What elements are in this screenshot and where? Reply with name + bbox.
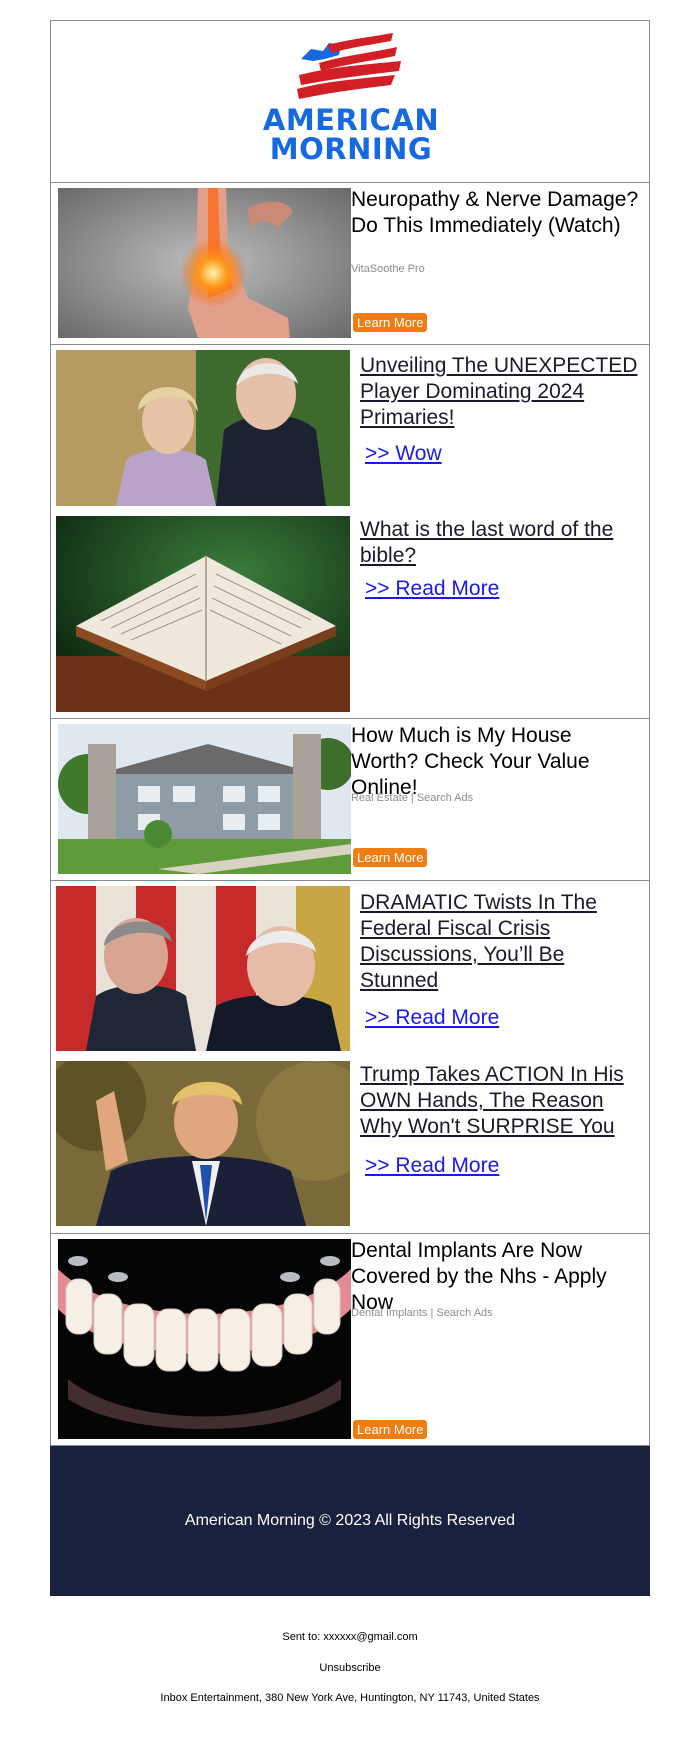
article-image-trump[interactable] (56, 1061, 350, 1226)
email-header: AMERICAN MORNING (50, 20, 650, 183)
ad-card[interactable]: Neuropathy & Nerve Damage? Do This Immed… (50, 183, 650, 345)
sent-to-text: Sent to: xxxxxx@gmail.com (282, 1631, 418, 1643)
learn-more-button[interactable]: Learn More (353, 1420, 428, 1439)
ad-card[interactable]: How Much is My House Worth? Check Your V… (50, 719, 650, 881)
ad-title[interactable]: How Much is My House Worth? Check Your V… (351, 723, 641, 801)
ad-card[interactable]: Dental Implants Are Now Covered by the N… (50, 1234, 650, 1446)
article-title[interactable]: What is the last word of the bible? (360, 517, 645, 569)
ad-source: VitaSoothe Pro (351, 263, 425, 275)
article-link-read-more[interactable]: >> Read More (365, 1154, 499, 1178)
flag-icon (297, 33, 401, 99)
ad-image-foot[interactable] (58, 188, 351, 338)
learn-more-button[interactable]: Learn More (353, 313, 428, 332)
article-group: Unveiling The UNEXPECTED Player Dominati… (50, 345, 650, 719)
logo-line-1: AMERICAN (262, 103, 440, 137)
article-title[interactable]: Unveiling The UNEXPECTED Player Dominati… (360, 353, 645, 431)
article-image-bible[interactable] (56, 516, 350, 712)
article-link-read-more[interactable]: >> Read More (365, 577, 499, 601)
ad-image-dental[interactable] (58, 1239, 351, 1439)
email-container: AMERICAN MORNING Neuropathy & Nerve Dama… (50, 20, 650, 1596)
ad-title[interactable]: Dental Implants Are Now Covered by the N… (351, 1238, 641, 1316)
logo-line-2: MORNING (269, 132, 433, 166)
ad-source: Real Estate | Search Ads (351, 792, 474, 804)
article-link-wow[interactable]: >> Wow (365, 442, 442, 466)
learn-more-button[interactable]: Learn More (353, 848, 428, 867)
article-link-read-more[interactable]: >> Read More (365, 1006, 499, 1030)
article-image-couple[interactable] (56, 350, 350, 506)
article-group: DRAMATIC Twists In The Federal Fiscal Cr… (50, 881, 650, 1234)
logo-text: AMERICAN MORNING (261, 106, 441, 164)
ad-image-house[interactable] (58, 724, 351, 874)
email-footer: American Morning © 2023 All Rights Reser… (50, 1446, 650, 1596)
article-title[interactable]: DRAMATIC Twists In The Federal Fiscal Cr… (360, 890, 645, 994)
article-title[interactable]: Trump Takes ACTION In His OWN Hands, The… (360, 1062, 645, 1140)
footer-copyright: American Morning © 2023 All Rights Reser… (184, 1512, 516, 1529)
sender-address: Inbox Entertainment, 380 New York Ave, H… (160, 1692, 540, 1704)
american-morning-logo[interactable]: AMERICAN MORNING (261, 31, 441, 166)
ad-title[interactable]: Neuropathy & Nerve Damage? Do This Immed… (351, 187, 641, 239)
ad-source: Dental Implants | Search Ads (351, 1307, 493, 1319)
article-image-mccarthy-biden[interactable] (56, 886, 350, 1051)
unsubscribe-link[interactable]: Unsubscribe (0, 1662, 700, 1674)
